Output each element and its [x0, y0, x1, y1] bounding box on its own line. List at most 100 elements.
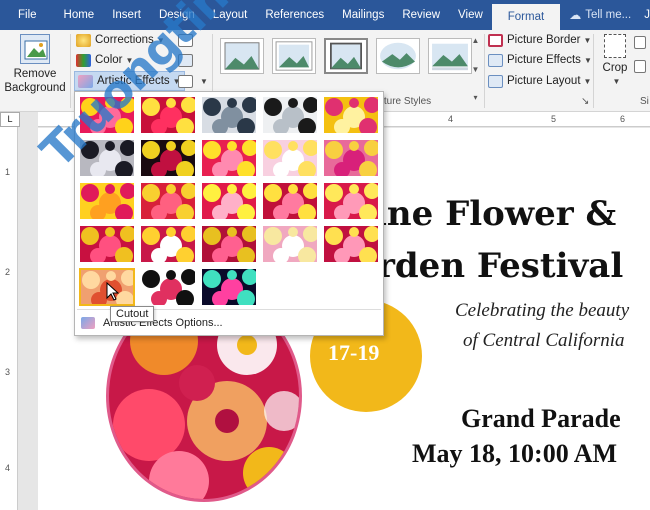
tab-selector[interactable]: L — [0, 112, 20, 127]
height-spinner[interactable] — [634, 32, 650, 52]
corrections-label: Corrections — [95, 34, 154, 46]
remove-background-button[interactable]: Remove Background — [4, 34, 66, 95]
vertical-ruler[interactable]: 1 2 3 4 — [0, 127, 18, 510]
picture-border-button[interactable]: Picture Border ▼ — [488, 30, 591, 50]
artistic-effects-gallery: Artistic Effects Options... — [74, 91, 384, 336]
effect-thumbnail[interactable] — [79, 182, 135, 220]
parade-title: Grand Parade — [461, 404, 621, 433]
picture-style-3[interactable] — [324, 38, 368, 74]
scroll-up-icon[interactable]: ▲ — [472, 36, 480, 45]
styles-gallery-scroll[interactable]: ▲ ▼ ▾ — [470, 36, 481, 102]
chevron-down-icon: ▼ — [583, 35, 592, 45]
effect-thumbnail[interactable] — [140, 96, 196, 134]
crop-label: Crop — [602, 62, 628, 74]
effect-thumbnail[interactable] — [262, 225, 318, 263]
effect-thumbnail[interactable] — [262, 182, 318, 220]
tab-insert[interactable]: Insert — [103, 0, 150, 30]
effect-thumbnail[interactable] — [79, 139, 135, 177]
tab-view[interactable]: View — [449, 0, 492, 30]
picture-effects-icon — [488, 53, 503, 67]
picture-layout-button[interactable]: Picture Layout ▼ — [488, 71, 591, 91]
effect-thumbnail[interactable] — [79, 225, 135, 263]
height-icon — [634, 35, 646, 49]
ruler-mark: 2 — [5, 267, 11, 277]
mouse-pointer-icon — [106, 282, 120, 301]
tell-me-box[interactable]: ☁ Tell me... — [560, 0, 640, 30]
ruler-mark: 4 — [5, 463, 11, 473]
ribbon-separator — [593, 34, 594, 108]
parade-date: May 18, 10:00 AM — [412, 439, 618, 468]
remove-background-icon — [20, 34, 50, 64]
chevron-down-icon: ▼ — [583, 76, 592, 86]
effect-thumbnail[interactable] — [323, 225, 379, 263]
picture-style-4[interactable] — [376, 38, 420, 74]
effect-thumbnail[interactable] — [262, 96, 318, 134]
effect-thumbnail[interactable] — [201, 268, 257, 306]
picture-border-icon — [488, 33, 503, 47]
effect-thumbnail[interactable] — [201, 225, 257, 263]
user-name-partial[interactable]: Ju — [640, 0, 650, 30]
subtitle-line-1: Celebrating the beauty — [455, 300, 630, 321]
color-icon — [76, 53, 91, 67]
tab-design[interactable]: Design — [150, 0, 204, 30]
effects-options-icon — [81, 317, 95, 329]
reset-picture-icon — [178, 74, 193, 88]
effect-thumbnail[interactable] — [201, 182, 257, 220]
ruler-mark: 1 — [5, 167, 11, 177]
ruler-mark: 5 — [551, 114, 557, 124]
picture-style-5[interactable] — [428, 38, 472, 74]
picture-effects-button[interactable]: Picture Effects ▼ — [488, 50, 592, 70]
effect-thumbnail[interactable] — [262, 139, 318, 177]
artistic-effects-icon — [78, 74, 93, 88]
crop-icon — [604, 34, 626, 58]
more-styles-icon[interactable]: ▾ — [473, 93, 477, 102]
dialog-launcher-icon[interactable]: ↘ — [581, 96, 589, 107]
lightbulb-icon: ☁ — [569, 8, 582, 22]
tab-home[interactable]: Home — [55, 0, 104, 30]
tab-references[interactable]: References — [256, 0, 333, 30]
tab-mailings[interactable]: Mailings — [333, 0, 393, 30]
color-button[interactable]: Color ▼ — [76, 50, 133, 70]
effect-thumbnail[interactable] — [323, 139, 379, 177]
scroll-down-icon[interactable]: ▼ — [472, 65, 480, 74]
effect-thumbnail[interactable] — [323, 182, 379, 220]
compress-icon — [178, 33, 193, 47]
effect-thumbnail[interactable] — [79, 96, 135, 134]
effect-thumbnail[interactable] — [140, 139, 196, 177]
effect-thumbnail[interactable] — [201, 139, 257, 177]
effect-thumbnail[interactable] — [140, 268, 196, 306]
tab-layout[interactable]: Layout — [204, 0, 257, 30]
corrections-button[interactable]: Corrections ▼ — [76, 30, 165, 50]
ribbon-tab-bar: File Home Insert Design Layout Reference… — [0, 0, 650, 30]
remove-background-label-2: Background — [4, 82, 66, 94]
effect-thumbnail[interactable] — [140, 225, 196, 263]
cutout-tooltip: Cutout — [110, 306, 155, 322]
effect-thumbnail[interactable] — [140, 182, 196, 220]
picture-style-2[interactable] — [272, 38, 316, 74]
change-picture-button[interactable] — [178, 50, 197, 70]
effect-thumbnail[interactable] — [201, 96, 257, 134]
size-group-label: Si — [640, 96, 649, 107]
tab-file[interactable]: File — [0, 0, 55, 30]
compress-pictures-button[interactable] — [178, 30, 197, 50]
corrections-icon — [76, 33, 91, 47]
picture-layout-icon — [488, 74, 503, 88]
change-picture-icon — [178, 53, 193, 67]
width-icon — [634, 59, 646, 73]
crop-button[interactable]: Crop ▼ — [599, 34, 631, 89]
title-line-2: rden Festival — [377, 246, 624, 286]
picture-style-1[interactable] — [220, 38, 264, 74]
festival-dates: 17-19 — [328, 340, 380, 365]
ruler-mark: 4 — [448, 114, 454, 124]
effect-thumbnail[interactable] — [323, 96, 379, 134]
artistic-effects-button[interactable]: Artistic Effects ▼ — [74, 71, 185, 91]
tell-me-label: Tell me... — [585, 9, 632, 21]
width-spinner[interactable] — [634, 56, 650, 76]
chevron-down-icon: ▼ — [156, 35, 165, 45]
tab-format[interactable]: Format — [491, 4, 561, 30]
reset-picture-button[interactable]: ▼ — [178, 71, 208, 91]
subtitle-line-2: of Central California — [463, 330, 625, 351]
picture-effects-label: Picture Effects — [507, 54, 581, 66]
tab-review[interactable]: Review — [393, 0, 449, 30]
chevron-down-icon: ▼ — [612, 77, 621, 86]
